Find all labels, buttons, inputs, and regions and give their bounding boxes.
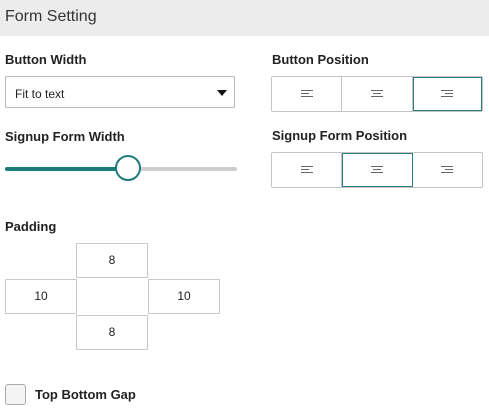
signup-position-right-option[interactable] — [413, 153, 482, 187]
align-right-icon — [441, 90, 454, 98]
panel-title: Form Setting — [5, 8, 97, 25]
padding-right-input[interactable]: 10 — [148, 279, 220, 314]
align-left-icon — [300, 166, 313, 174]
chevron-down-icon — [217, 90, 227, 96]
slider-fill — [5, 167, 128, 171]
align-left-icon — [300, 90, 313, 98]
button-width-select[interactable]: Fit to text — [5, 76, 235, 108]
signup-position-center-option[interactable] — [342, 153, 413, 187]
panel-header: Form Setting — [0, 0, 489, 36]
align-center-icon — [370, 90, 383, 98]
button-position-left-option[interactable] — [272, 77, 343, 111]
button-position-center-option[interactable] — [342, 77, 413, 111]
padding-top-input[interactable]: 8 — [76, 243, 148, 278]
signup-form-width-label: Signup Form Width — [5, 129, 125, 144]
button-position-label: Button Position — [272, 52, 369, 67]
padding-left-input[interactable]: 10 — [5, 279, 77, 314]
button-position-segmented — [271, 76, 483, 112]
signup-form-width-slider[interactable] — [5, 154, 237, 184]
button-width-selected-value: Fit to text — [15, 87, 65, 101]
top-bottom-gap-label: Top Bottom Gap — [35, 387, 136, 402]
button-position-right-option[interactable] — [412, 77, 482, 111]
align-center-icon — [370, 166, 383, 174]
align-right-icon — [441, 166, 454, 174]
top-bottom-gap-checkbox[interactable] — [5, 384, 26, 405]
button-width-label: Button Width — [5, 52, 87, 67]
signup-position-left-option[interactable] — [272, 153, 343, 187]
signup-form-position-segmented — [271, 152, 483, 188]
padding-bottom-input[interactable]: 8 — [76, 315, 148, 350]
signup-form-position-label: Signup Form Position — [272, 128, 408, 143]
padding-label: Padding — [5, 219, 57, 234]
slider-thumb[interactable] — [115, 155, 141, 181]
